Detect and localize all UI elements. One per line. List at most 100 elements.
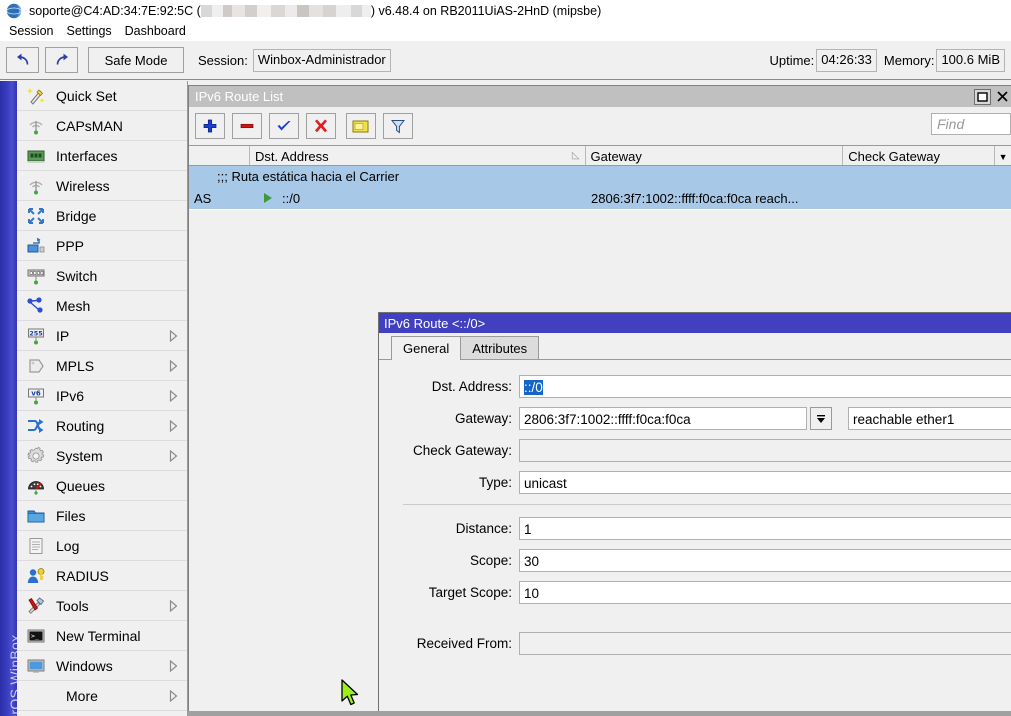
tab-attributes[interactable]: Attributes: [460, 336, 539, 359]
sidebar-item-ppp[interactable]: PPP: [17, 231, 187, 261]
sidebar-item-queues[interactable]: Queues: [17, 471, 187, 501]
column-header-gateway[interactable]: Gateway: [586, 146, 844, 165]
sidebar-item-wireless[interactable]: Wireless: [17, 171, 187, 201]
sidebar-item-log[interactable]: Log: [17, 531, 187, 561]
sidebar-item-label: Quick Set: [56, 88, 165, 104]
sidebar-item-label: IP: [56, 328, 165, 344]
disable-button[interactable]: [306, 113, 336, 139]
ipv6-icon: v6: [25, 385, 47, 407]
redo-icon: [53, 52, 71, 68]
distance-input[interactable]: 1: [519, 517, 1011, 540]
table-header-row: Dst. Address ◺ Gateway Check Gateway ▼: [189, 145, 1011, 166]
gateway-input[interactable]: 2806:3f7:1002::ffff:f0ca:f0ca: [519, 407, 807, 430]
sidebar-item-system[interactable]: System: [17, 441, 187, 471]
session-value[interactable]: Winbox-Administrador: [253, 49, 391, 72]
sidebar-item-interfaces[interactable]: Interfaces: [17, 141, 187, 171]
close-icon: [997, 91, 1008, 102]
sidebar-item-mesh[interactable]: Mesh: [17, 291, 187, 321]
find-input[interactable]: Find: [931, 113, 1011, 135]
cell-dst-address: ::/0: [250, 191, 586, 206]
route-list-toolbar: Find: [189, 107, 1011, 145]
sidebar-item-more[interactable]: More: [17, 681, 187, 711]
target-scope-input[interactable]: 10: [519, 581, 1011, 604]
dst-address-input[interactable]: ::/0: [519, 375, 1011, 398]
sidebar-item-routing[interactable]: Routing: [17, 411, 187, 441]
form-gap: [379, 610, 1011, 629]
column-header-flags[interactable]: [189, 146, 250, 165]
sidebar-item-switch[interactable]: Switch: [17, 261, 187, 291]
type-label: Type:: [379, 475, 519, 490]
main-toolbar: Safe Mode Session: Winbox-Administrador …: [0, 41, 1011, 80]
column-options-button[interactable]: ▼: [995, 146, 1011, 165]
ipv6-route-dialog: IPv6 Route <::/0> General Attributes Dst…: [378, 312, 1011, 716]
redo-button[interactable]: [45, 47, 78, 73]
tab-general[interactable]: General: [391, 336, 461, 360]
sidebar-item-label: Windows: [56, 658, 165, 674]
table-row[interactable]: AS ::/0 2806:3f7:1002::ffff:f0ca:f0ca re…: [189, 187, 1011, 210]
sidebar-item-new-terminal[interactable]: >_New Terminal: [17, 621, 187, 651]
scope-label: Scope:: [379, 553, 519, 568]
main-menu-sidebar: Quick Set CAPsMANInterfacesWirelessBridge…: [17, 81, 188, 716]
routeros-branding-strip: RouterOS WinBox: [0, 81, 17, 716]
scope-input[interactable]: 30: [519, 549, 1011, 572]
close-button[interactable]: [994, 88, 1010, 106]
sidebar-item-quick-set[interactable]: Quick Set: [17, 81, 187, 111]
sidebar-item-ipv6[interactable]: v6 IPv6: [17, 381, 187, 411]
menu-dashboard[interactable]: Dashboard: [121, 22, 195, 41]
gateway-dropdown-button[interactable]: [810, 407, 832, 430]
safe-mode-button[interactable]: Safe Mode: [88, 47, 184, 73]
folder-icon: [25, 505, 47, 527]
svg-text:v6: v6: [31, 389, 41, 397]
sidebar-item-label: Routing: [56, 418, 165, 434]
sidebar-item-label: Switch: [56, 268, 165, 284]
network-card-icon: [25, 145, 47, 167]
submenu-arrow-icon: [165, 390, 181, 402]
check-gateway-label: Check Gateway:: [379, 443, 519, 458]
field-row-gateway: Gateway: 2806:3f7:1002::ffff:f0ca:f0ca r…: [379, 404, 1011, 433]
memory-label: Memory:: [884, 53, 935, 68]
sidebar-item-bridge[interactable]: Bridge: [17, 201, 187, 231]
remove-button[interactable]: [232, 113, 262, 139]
sidebar-item-tools[interactable]: Tools: [17, 591, 187, 621]
bridge-icon: [25, 205, 47, 227]
cell-flags: AS: [189, 191, 250, 206]
log-scroll-icon: [25, 535, 47, 557]
sidebar-item-label: Tools: [56, 598, 165, 614]
sidebar-item-mpls[interactable]: MPLS: [17, 351, 187, 381]
gateway-status-input[interactable]: reachable ether1: [848, 407, 1011, 430]
sidebar-item-capsman[interactable]: CAPsMAN: [17, 111, 187, 141]
comment-button[interactable]: [346, 113, 376, 139]
window-title-suffix: ) v6.48.4 on RB2011UiAS-2HnD (mipsbe): [371, 4, 601, 18]
add-button[interactable]: [195, 113, 225, 139]
route-table: Dst. Address ◺ Gateway Check Gateway ▼ ;…: [189, 145, 1011, 210]
sidebar-item-windows[interactable]: Windows: [17, 651, 187, 681]
sidebar-item-label: IPv6: [56, 388, 165, 404]
submenu-arrow-icon: [165, 660, 181, 672]
check-gateway-input[interactable]: [519, 439, 1011, 462]
column-header-check-gateway[interactable]: Check Gateway: [843, 146, 995, 165]
received-from-label: Received From:: [379, 636, 519, 651]
window-bottom-edge: [188, 711, 1011, 716]
column-header-dst-address[interactable]: Dst. Address ◺: [250, 146, 586, 165]
table-comment-row[interactable]: ;;; Ruta estática hacia el Carrier: [189, 166, 1011, 187]
windows-screen-icon: [25, 655, 47, 677]
routing-arrows-icon: [25, 415, 47, 437]
sidebar-item-files[interactable]: Files: [17, 501, 187, 531]
chevron-down-bar-icon: [815, 413, 827, 425]
undo-button[interactable]: [6, 47, 39, 73]
enable-button[interactable]: [269, 113, 299, 139]
dst-address-value: ::/0: [524, 380, 543, 395]
type-input[interactable]: unicast: [519, 471, 1011, 494]
antenna-icon: [25, 175, 47, 197]
menu-settings[interactable]: Settings: [62, 22, 120, 41]
gear-icon: [25, 445, 47, 467]
sidebar-item-radius[interactable]: RADIUS: [17, 561, 187, 591]
gateway-label: Gateway:: [379, 411, 519, 426]
sidebar-item-label: Queues: [56, 478, 165, 494]
menu-session[interactable]: Session: [5, 22, 62, 41]
maximize-button[interactable]: [974, 89, 991, 105]
sidebar-item-label: PPP: [56, 238, 165, 254]
sidebar-item-ip[interactable]: 255IP: [17, 321, 187, 351]
column-header-dst-address-label: Dst. Address: [255, 149, 329, 164]
filter-button[interactable]: [383, 113, 413, 139]
